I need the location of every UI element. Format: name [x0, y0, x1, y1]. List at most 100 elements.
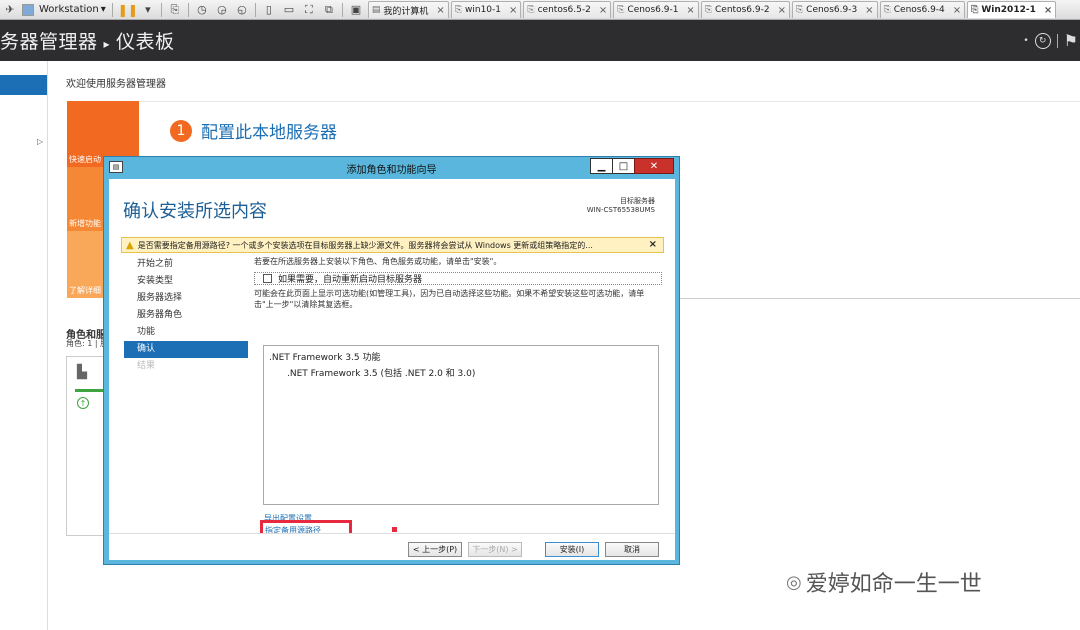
vm-icon: ⎘: [971, 5, 979, 15]
console-view-icon[interactable]: ▣: [348, 2, 364, 18]
snapshot-icon[interactable]: ◷: [194, 2, 210, 18]
revert-snapshot-icon[interactable]: ◶: [214, 2, 230, 18]
fullscreen-icon[interactable]: ⛶: [301, 2, 317, 18]
next-button[interactable]: 下一步(N) >: [468, 542, 522, 557]
left-navigation: ▷: [0, 61, 48, 630]
close-icon[interactable]: ×: [436, 5, 444, 16]
tab-vm-active[interactable]: ⎘ Win2012-1 ×: [967, 1, 1057, 18]
status-bar: [75, 389, 103, 392]
minimize-icon[interactable]: ▁: [590, 158, 613, 174]
window-controls: ▁ □ ✕: [590, 158, 674, 174]
roles-count: 角色: 1 | 服: [66, 339, 109, 348]
step-confirmation[interactable]: 确认: [124, 341, 248, 358]
tab-vm[interactable]: ⎘ centos6.5-2 ×: [523, 1, 612, 18]
notifications-flag-icon[interactable]: ⚑: [1064, 31, 1080, 50]
close-icon[interactable]: ×: [599, 5, 607, 16]
add-roles-wizard-dialog: ▤ 添加角色和功能向导 ▁ □ ✕ 确认安装所选内容 目标服务器 WIN-CST…: [103, 156, 680, 565]
tab-vm[interactable]: ⎘ Cenos6.9-1 ×: [613, 1, 699, 18]
dropdown-arrow-icon: ▾: [100, 4, 106, 15]
dropdown-dot-icon[interactable]: •: [1023, 36, 1028, 46]
optional-features-note: 可能会在此页面上显示可选功能(如管理工具)，因为已自动选择这些功能。如果不希望安…: [254, 289, 645, 309]
confirmation-content: 若要在所选服务器上安装以下角色、角色服务或功能，请单击"安装"。 如果需要，自动…: [254, 256, 664, 310]
step-features[interactable]: 功能: [124, 324, 248, 341]
auto-restart-option[interactable]: 如果需要，自动重新启动目标服务器: [254, 272, 662, 285]
maximize-icon[interactable]: □: [612, 158, 635, 174]
close-icon[interactable]: ×: [1044, 5, 1052, 16]
alternate-source-warning[interactable]: ▲ 是否需要指定备用源路径? 一个或多个安装选项在目标服务器上缺少源文件。服务器…: [121, 237, 664, 253]
configure-local-server-step[interactable]: 1 配置此本地服务器: [170, 118, 337, 143]
dialog-body: 确认安装所选内容 目标服务器 WIN-CST65538UMS ▲ 是否需要指定备…: [109, 179, 675, 560]
vm-icon: ⎘: [454, 5, 463, 15]
close-icon[interactable]: ×: [509, 5, 517, 16]
step-server-selection[interactable]: 服务器选择: [124, 290, 248, 307]
divider: [1056, 33, 1058, 48]
vmware-toolbar: ✈ Workstation ▾ ❚❚ ▾ ⎘ ◷ ◶ ◵ ▯ ▭ ⛶ ⧉ ▣ ▤ 我…: [0, 0, 1080, 20]
wizard-footer: < 上一步(P) 下一步(N) > 安装(I) 取消: [109, 533, 675, 560]
vm-icon: ⎘: [883, 5, 891, 15]
destination-server: 目标服务器 WIN-CST65538UMS: [586, 197, 655, 214]
up-arrow-status-icon: ↑: [77, 397, 89, 409]
snapshot-manager-icon[interactable]: ◵: [234, 2, 250, 18]
unity-icon[interactable]: ⧉: [321, 2, 337, 18]
wizard-page-title: 确认安装所选内容: [123, 201, 267, 222]
nav-item-dashboard[interactable]: [0, 75, 47, 95]
close-icon[interactable]: ×: [953, 5, 961, 16]
restart-checkbox[interactable]: [263, 274, 272, 283]
role-tile[interactable]: ▙ ↑: [66, 356, 106, 536]
app-title: 务器管理器: [0, 31, 98, 53]
toolbar-divider: [254, 2, 256, 17]
tab-vm[interactable]: ⎘ Cenos6.9-4 ×: [879, 1, 966, 18]
breadcrumb-separator-icon: ▸: [103, 37, 111, 51]
wechat-icon: ◎: [786, 571, 802, 593]
close-icon[interactable]: ×: [686, 5, 694, 16]
server-manager-header: 务器管理器 ▸ 仪表板 • ↻ ⚑: [0, 20, 1080, 61]
close-icon[interactable]: ×: [865, 5, 873, 16]
close-icon[interactable]: ×: [778, 5, 786, 16]
tab-vm[interactable]: ⎘ win10-1 ×: [450, 1, 522, 18]
server-manager-app-icon: ▤: [109, 161, 123, 173]
selected-features-list: .NET Framework 3.5 功能 .NET Framework 3.5…: [263, 345, 659, 505]
step-results: 结果: [137, 361, 156, 371]
library-icon[interactable]: [22, 3, 34, 16]
refresh-icon[interactable]: ↻: [1034, 32, 1051, 49]
expand-arrow-icon[interactable]: ▷: [37, 137, 43, 146]
watermark: ◎ 爱婷如命一生一世: [786, 571, 982, 598]
previous-button[interactable]: < 上一步(P): [408, 542, 462, 557]
dialog-title: 添加角色和功能向导: [346, 164, 437, 176]
list-item: .NET Framework 3.5 功能: [269, 353, 381, 363]
toolbar-divider: [160, 2, 162, 17]
workstation-menu[interactable]: Workstation ▾: [36, 4, 109, 15]
dropdown-arrow-icon[interactable]: ▾: [140, 2, 156, 18]
tab-vm[interactable]: ⎘ Cenos6.9-3 ×: [791, 1, 878, 18]
wizard-steps: 开始之前 安装类型 服务器选择 服务器角色 功能 确认 结果: [124, 256, 248, 375]
computer-icon: ▤: [371, 5, 381, 15]
step-before-you-begin[interactable]: 开始之前: [124, 256, 248, 273]
server-role-icon: ▙: [77, 365, 87, 380]
tab-vm[interactable]: ⎘ Centos6.9-2 ×: [700, 1, 790, 18]
close-icon[interactable]: ✕: [634, 158, 674, 174]
send-keys-icon[interactable]: ⎘: [167, 2, 183, 18]
warning-icon: ▲: [126, 239, 134, 251]
vm-icon: ⎘: [795, 5, 804, 15]
sidebar-view-icon[interactable]: ▯: [261, 2, 277, 18]
tab-my-computer[interactable]: ▤ 我的计算机 ×: [367, 1, 449, 18]
configure-local-server-link[interactable]: 配置此本地服务器: [201, 118, 337, 143]
install-instruction: 若要在所选服务器上安装以下角色、角色服务或功能，请单击"安装"。: [254, 257, 502, 266]
step-installation-type[interactable]: 安装类型: [124, 273, 248, 290]
step-number: 1: [170, 119, 192, 142]
toolbar-divider: [187, 2, 189, 17]
breadcrumb: 务器管理器 ▸ 仪表板: [0, 27, 175, 54]
list-item: .NET Framework 3.5 (包括 .NET 2.0 和 3.0): [287, 369, 476, 379]
close-icon[interactable]: ×: [649, 239, 657, 250]
thumbnail-view-icon[interactable]: ▭: [281, 2, 297, 18]
header-tools: • ↻ ⚑: [1023, 20, 1080, 61]
pause-icon[interactable]: ❚❚: [118, 3, 138, 17]
page-title: 仪表板: [116, 31, 175, 53]
step-server-roles[interactable]: 服务器角色: [124, 307, 248, 324]
cancel-button[interactable]: 取消: [605, 542, 659, 557]
install-button[interactable]: 安装(I): [545, 542, 599, 557]
vm-icon: ⎘: [527, 5, 535, 15]
pin-icon[interactable]: ✈: [2, 2, 18, 18]
dialog-titlebar[interactable]: ▤ 添加角色和功能向导 ▁ □ ✕: [104, 157, 679, 179]
vm-icon: ⎘: [704, 5, 713, 15]
